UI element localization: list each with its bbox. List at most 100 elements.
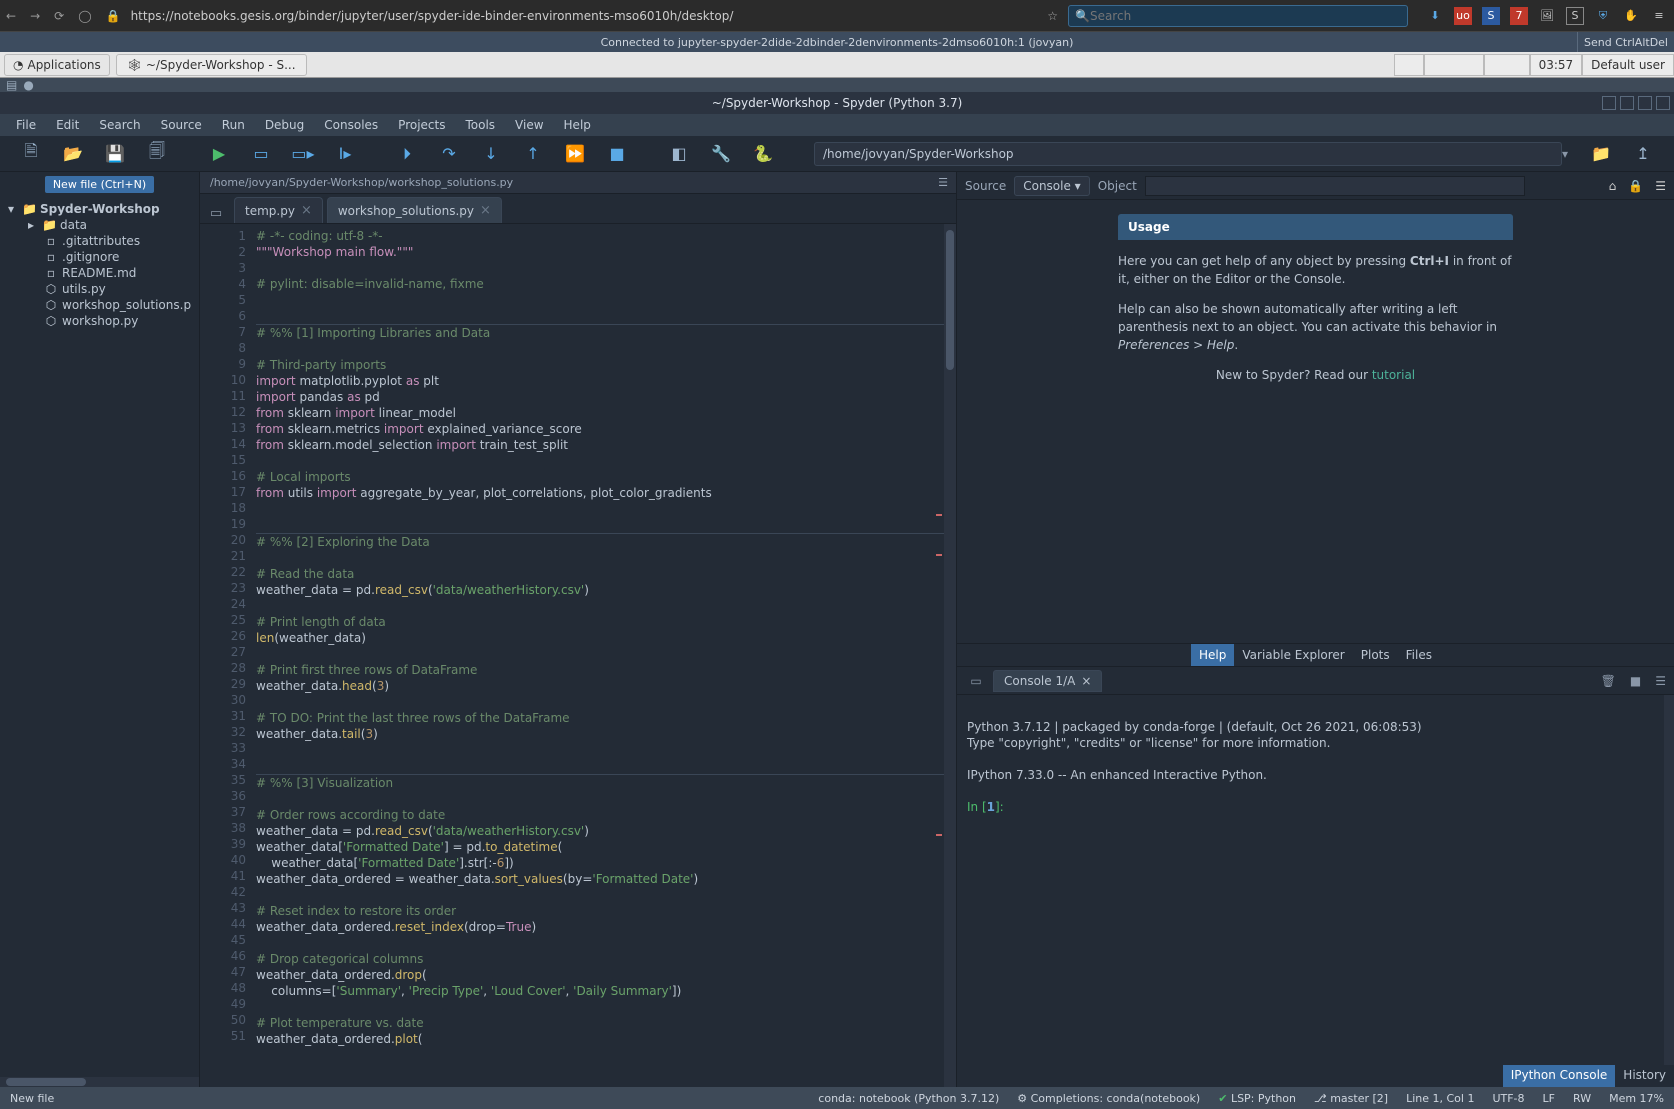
options-icon[interactable]: ☰ xyxy=(1655,674,1666,688)
menu-search[interactable]: Search xyxy=(89,118,150,132)
minimize-button[interactable] xyxy=(1602,96,1616,110)
tab-help[interactable]: Help xyxy=(1191,644,1234,666)
status-encoding[interactable]: UTF-8 xyxy=(1492,1092,1524,1105)
step-over-icon[interactable]: ↷ xyxy=(428,136,470,172)
restore-button[interactable] xyxy=(1638,96,1652,110)
step-into-icon[interactable]: ↓ xyxy=(470,136,512,172)
reload-icon[interactable]: ⟳ xyxy=(54,9,64,23)
search-input[interactable] xyxy=(1090,9,1401,23)
tree-root[interactable]: Spyder-Workshop xyxy=(40,202,160,216)
lock-icon[interactable]: 🔒 xyxy=(1628,179,1643,193)
close-icon[interactable]: × xyxy=(480,203,491,218)
stylus-icon[interactable]: S xyxy=(1482,7,1500,25)
menu-projects[interactable]: Projects xyxy=(388,118,455,132)
menu-consoles[interactable]: Consoles xyxy=(314,118,388,132)
status-git[interactable]: ⎇ master [2] xyxy=(1314,1092,1388,1105)
status-conda[interactable]: conda: notebook (Python 3.7.12) xyxy=(818,1092,999,1105)
status-eol[interactable]: LF xyxy=(1543,1092,1555,1105)
menu-file[interactable]: File xyxy=(6,118,46,132)
vertical-scrollbar[interactable] xyxy=(1664,695,1674,1065)
working-directory[interactable]: /home/jovyan/Spyder-Workshop xyxy=(814,142,1562,166)
save-all-icon[interactable]: 🗐 xyxy=(136,136,178,172)
seven-icon[interactable]: 7 xyxy=(1510,7,1528,25)
tutorial-link[interactable]: tutorial xyxy=(1372,368,1415,382)
menu-tools[interactable]: Tools xyxy=(455,118,505,132)
debug-icon[interactable]: ⏵ xyxy=(386,136,428,172)
close-button[interactable] xyxy=(1656,96,1670,110)
source-dropdown[interactable]: Console ▾ xyxy=(1014,176,1089,196)
maximize-button[interactable] xyxy=(1620,96,1634,110)
open-file-icon[interactable]: 📂 xyxy=(52,136,94,172)
singlefile-icon[interactable]: S xyxy=(1566,7,1584,25)
code-editor[interactable]: 1234567891011121314151617181920212223242… xyxy=(200,224,956,1087)
menu-run[interactable]: Run xyxy=(212,118,255,132)
tab-variable-explorer[interactable]: Variable Explorer xyxy=(1234,644,1352,666)
applications-button[interactable]: ◔ Applications xyxy=(4,54,110,76)
preferences-icon[interactable]: 🔧 xyxy=(700,136,742,172)
status-lsp[interactable]: ✔ LSP: Python xyxy=(1218,1092,1296,1105)
chevron-right-icon[interactable]: ▸ xyxy=(24,218,38,232)
home-icon[interactable]: ⌂ xyxy=(1609,179,1617,193)
close-icon[interactable]: × xyxy=(1081,674,1091,688)
interrupt-icon[interactable]: 🗑 xyxy=(1601,674,1616,688)
console-tab-1a[interactable]: Console 1/A× xyxy=(993,670,1102,692)
tray-slot-3[interactable] xyxy=(1484,54,1530,76)
download-icon[interactable]: ⬇ xyxy=(1426,7,1444,25)
picture-icon[interactable]: 🖼 xyxy=(1538,7,1556,25)
browse-wd-icon[interactable]: 📁 xyxy=(1580,136,1622,172)
max-panel-icon[interactable]: ◧ xyxy=(658,136,700,172)
user-label[interactable]: Default user xyxy=(1582,54,1674,76)
chevron-down-icon[interactable]: ▾ xyxy=(4,202,18,216)
step-out-icon[interactable]: ↑ xyxy=(512,136,554,172)
menu-edit[interactable]: Edit xyxy=(46,118,89,132)
editor-options-icon[interactable]: ☰ xyxy=(938,176,948,189)
vertical-scrollbar[interactable] xyxy=(944,224,956,1087)
tree-file[interactable]: utils.py xyxy=(62,282,106,296)
run-selection-icon[interactable]: I▸ xyxy=(324,136,366,172)
project-tree[interactable]: ▾📁Spyder-Workshop ▸📁data ▫.gitattributes… xyxy=(0,197,199,333)
stop-icon[interactable]: ■ xyxy=(596,136,638,172)
ublock-icon[interactable]: uo xyxy=(1454,7,1472,25)
save-icon[interactable]: 💾 xyxy=(94,136,136,172)
xfce-dot[interactable]: ● xyxy=(23,78,33,92)
window-tab-spyder[interactable]: 🕸 ~/Spyder-Workshop - S... xyxy=(116,54,307,76)
send-ctrlaltdel-button[interactable]: Send CtrlAltDel xyxy=(1577,32,1674,52)
menu-help[interactable]: Help xyxy=(554,118,601,132)
tab-ipython-console[interactable]: IPython Console xyxy=(1503,1065,1616,1087)
horizontal-scrollbar[interactable] xyxy=(0,1077,199,1087)
tree-folder-data[interactable]: data xyxy=(60,218,87,232)
menu-view[interactable]: View xyxy=(505,118,553,132)
console-list-icon[interactable]: ▭ xyxy=(965,670,987,692)
tab-history[interactable]: History xyxy=(1615,1065,1674,1087)
url-bar[interactable]: https://notebooks.gesis.org/binder/jupyt… xyxy=(131,9,734,23)
menu-source[interactable]: Source xyxy=(151,118,212,132)
ipython-console[interactable]: Python 3.7.12 | packaged by conda-forge … xyxy=(957,695,1674,1065)
run-cell-advance-icon[interactable]: ▭▸ xyxy=(282,136,324,172)
tree-file[interactable]: .gitignore xyxy=(62,250,119,264)
tree-file[interactable]: README.md xyxy=(62,266,136,280)
editor-tab-workshop-solutions[interactable]: workshop_solutions.py× xyxy=(327,197,502,223)
forward-icon[interactable]: → xyxy=(30,9,40,23)
continue-icon[interactable]: ⏩ xyxy=(554,136,596,172)
close-icon[interactable]: × xyxy=(301,203,312,218)
tree-file[interactable]: workshop.py xyxy=(62,314,138,328)
tray-slot-1[interactable] xyxy=(1394,54,1424,76)
wd-dropdown-icon[interactable]: ▾ xyxy=(1562,147,1580,161)
tab-files[interactable]: Files xyxy=(1398,644,1440,666)
tree-file[interactable]: workshop_solutions.p xyxy=(62,298,191,312)
xfce-icon[interactable]: ▤ xyxy=(6,78,17,92)
ext-shield-icon[interactable]: ⛨ xyxy=(1594,7,1612,25)
status-completions[interactable]: ⚙ Completions: conda(notebook) xyxy=(1017,1092,1200,1105)
tray-slot-2[interactable] xyxy=(1424,54,1484,76)
editor-tab-temp[interactable]: temp.py× xyxy=(234,197,323,223)
menu-debug[interactable]: Debug xyxy=(255,118,314,132)
tree-file[interactable]: .gitattributes xyxy=(62,234,140,248)
menu-icon[interactable]: ≡ xyxy=(1650,7,1668,25)
parent-dir-icon[interactable]: ↥ xyxy=(1622,136,1664,172)
hand-icon[interactable]: ✋ xyxy=(1622,7,1640,25)
run-icon[interactable]: ▶ xyxy=(198,136,240,172)
python-path-icon[interactable]: 🐍 xyxy=(742,136,784,172)
search-box[interactable]: 🔍 xyxy=(1068,5,1408,27)
object-input[interactable] xyxy=(1145,176,1525,196)
stop-icon[interactable]: ■ xyxy=(1630,674,1641,688)
